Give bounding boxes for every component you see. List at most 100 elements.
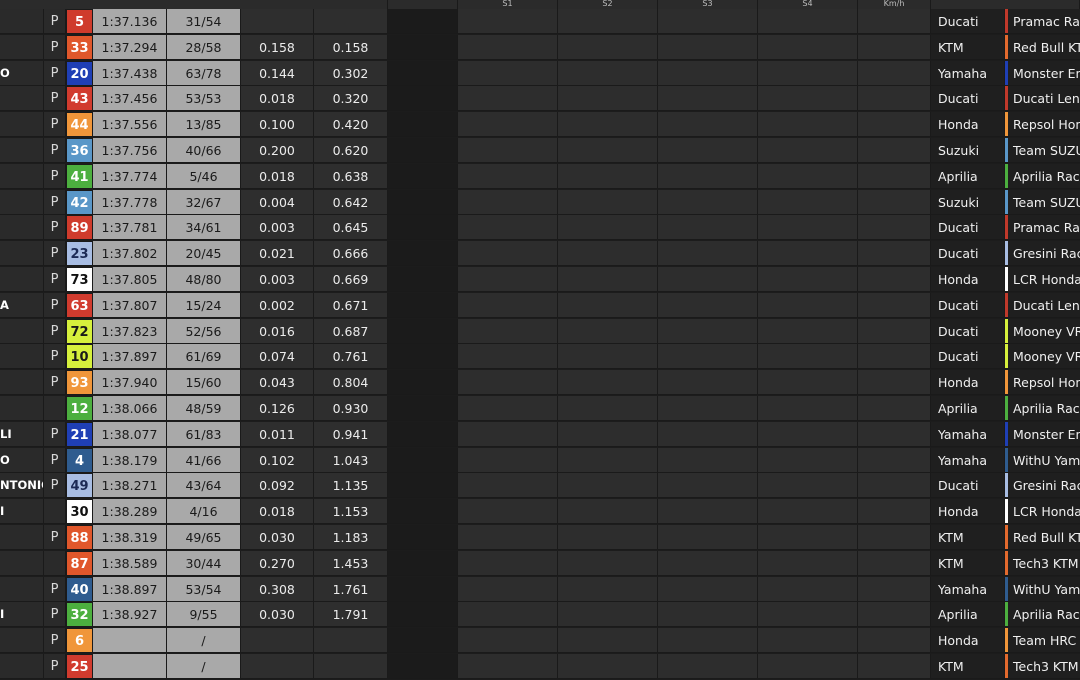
empty-cell: [388, 421, 458, 447]
table-row[interactable]: I 30 1:38.289 4/16 0.018 1.153 Honda LCR Honda …: [0, 499, 1080, 525]
table-row[interactable]: P 42 1:37.778 32/67 0.004 0.642 Suzuki Team SUZ…: [0, 189, 1080, 216]
gap-to-previous: [241, 628, 314, 654]
manufacturer: Yamaha: [931, 447, 1005, 473]
sector-4-cell: [758, 447, 858, 473]
speed-cell: [858, 499, 931, 525]
manufacturer: Honda: [931, 267, 1005, 292]
sector-1-cell: [458, 550, 558, 576]
empty-cell: [388, 447, 458, 473]
rider-number-badge: 89: [66, 215, 93, 241]
lap-count: 32/67: [167, 189, 241, 215]
empty-cell: [388, 267, 458, 292]
table-row[interactable]: I P 32 1:38.927 9/55 0.030 1.791 Aprilia Aprilia…: [0, 602, 1080, 628]
table-row[interactable]: P51:37.13631/54 Ducati Pramac Racing: [0, 9, 1080, 35]
team-color-bar: [1005, 215, 1008, 240]
table-row[interactable]: P 93 1:37.940 15/60 0.043 0.804 Honda Repsol Ho…: [0, 370, 1080, 396]
rider-number-badge: 5: [66, 9, 93, 34]
team-cell: LCR Honda C: [1005, 267, 1080, 292]
lap-count: 15/60: [167, 370, 241, 396]
table-row[interactable]: P 44 1:37.556 13/85 0.100 0.420 Honda Repsol Ho…: [0, 112, 1080, 138]
sector-1-cell: [458, 447, 558, 473]
sector-2-cell: [558, 86, 658, 112]
header-blank-2: [388, 0, 458, 9]
speed-cell: [858, 318, 931, 344]
sector-3-cell: [658, 473, 758, 499]
sector-3-cell: [658, 628, 758, 654]
lap-count: 49/65: [167, 525, 241, 550]
empty-cell: [388, 138, 458, 163]
gap-to-leader: 0.638: [314, 163, 388, 189]
table-row[interactable]: 871:38.58930/440.2701.453 KTM Tech3 KTM F: [0, 550, 1080, 577]
table-row[interactable]: P 43 1:37.456 53/53 0.018 0.320 Ducati Ducati L…: [0, 86, 1080, 112]
table-row[interactable]: P881:38.31949/650.0301.183 KTM Red Bull KT…: [0, 525, 1080, 551]
empty-cell: [388, 318, 458, 344]
rider-number-badge: 43: [66, 86, 93, 112]
team-cell: Team SUZUKI: [1005, 189, 1080, 215]
team-cell: Mooney VR46: [1005, 318, 1080, 344]
table-row[interactable]: P25 / KTM Tech3 KTM F: [0, 654, 1080, 680]
table-row[interactable]: NTONIOP491:38.27143/640.0921.135 Ducati Gr…: [0, 473, 1080, 499]
sector-4-cell: [758, 370, 858, 396]
team-cell: Repsol Honda: [1005, 112, 1080, 138]
speed-cell: [858, 576, 931, 602]
rider-name: I: [0, 499, 44, 525]
rider-number-badge: 42: [66, 189, 93, 215]
speed-cell: [858, 473, 931, 499]
rider-number-badge: 25: [66, 654, 93, 679]
table-row[interactable]: P 73 1:37.805 48/80 0.003 0.669 Honda LCR Honda…: [0, 267, 1080, 293]
table-row[interactable]: 12 1:38.066 48/59 0.126 0.930 Aprilia Aprilia …: [0, 396, 1080, 422]
empty-cell: [388, 525, 458, 550]
rider-number-badge: 87: [66, 550, 93, 576]
sector-2-cell: [558, 60, 658, 86]
pit-indicator: P: [44, 292, 66, 318]
rider-name: O: [0, 447, 44, 473]
best-lap-time: 1:37.778: [93, 189, 167, 215]
sector-2-cell: [558, 473, 658, 499]
gap-to-leader: 1.153: [314, 499, 388, 525]
table-row[interactable]: P 36 1:37.756 40/66 0.200 0.620 Suzuki Team SUZ…: [0, 138, 1080, 164]
pit-indicator: P: [44, 370, 66, 396]
empty-cell: [388, 9, 458, 34]
team-name: WithU Yamaha: [1013, 452, 1080, 468]
table-row[interactable]: P 89 1:37.781 34/61 0.003 0.645 Ducati Pramac R…: [0, 215, 1080, 241]
gap-to-previous: 0.100: [241, 112, 314, 138]
table-row[interactable]: P 23 1:37.802 20/45 0.021 0.666 Ducati Gresini …: [0, 241, 1080, 267]
table-row[interactable]: O P 20 1:37.438 63/78 0.144 0.302 Yamaha Monster…: [0, 60, 1080, 87]
manufacturer: Honda: [931, 628, 1005, 654]
table-row[interactable]: P 6 / Honda Team HRC: [0, 628, 1080, 654]
sector-4-cell: [758, 241, 858, 267]
pit-indicator: P: [44, 138, 66, 163]
gap-to-previous: 0.004: [241, 189, 314, 215]
table-row[interactable]: P331:37.29428/580.1580.158KTMRed Bull KT…: [0, 34, 1080, 61]
table-row[interactable]: A P 63 1:37.807 15/24 0.002 0.671 Ducati Ducati …: [0, 292, 1080, 319]
rider-name: [0, 654, 44, 679]
table-row[interactable]: P 40 1:38.897 53/54 0.308 1.761 Yamaha WithU Ya…: [0, 576, 1080, 603]
team-name: LCR Honda I: [1013, 504, 1080, 520]
sector-4-cell: [758, 396, 858, 421]
best-lap-time: [93, 628, 167, 654]
manufacturer: Ducati: [931, 9, 1005, 34]
team-color-bar: [1005, 189, 1008, 214]
manufacturer: Aprilia: [931, 602, 1005, 628]
sector-3-cell: [658, 112, 758, 138]
best-lap-time: 1:37.456: [93, 86, 167, 112]
table-row[interactable]: LI P 21 1:38.077 61/83 0.011 0.941 Yamaha Monste…: [0, 421, 1080, 448]
speed-cell: [858, 60, 931, 86]
sector-1-cell: [458, 138, 558, 163]
sector-4-cell: [758, 215, 858, 241]
best-lap-time: 1:37.940: [93, 370, 167, 396]
team-name: Mooney VR46: [1013, 323, 1080, 339]
empty-cell: [388, 189, 458, 215]
gap-to-previous: 0.030: [241, 525, 314, 550]
lap-count: 40/66: [167, 138, 241, 163]
table-row[interactable]: P 72 1:37.823 52/56 0.016 0.687 Ducati Mooney V…: [0, 318, 1080, 345]
table-row[interactable]: O P 4 1:38.179 41/66 0.102 1.043 Yamaha WithU Ya…: [0, 447, 1080, 474]
speed-cell: [858, 138, 931, 163]
team-name: Monster Energy: [1013, 426, 1080, 442]
empty-cell: [388, 550, 458, 576]
rider-number-badge: 49: [66, 473, 93, 499]
gap-to-leader: 0.804: [314, 370, 388, 396]
best-lap-time: [93, 654, 167, 679]
table-row[interactable]: P 10 1:37.897 61/69 0.074 0.761 Ducati Mooney V…: [0, 344, 1080, 370]
table-row[interactable]: P 41 1:37.774 5/46 0.018 0.638 Aprilia Aprilia …: [0, 163, 1080, 190]
